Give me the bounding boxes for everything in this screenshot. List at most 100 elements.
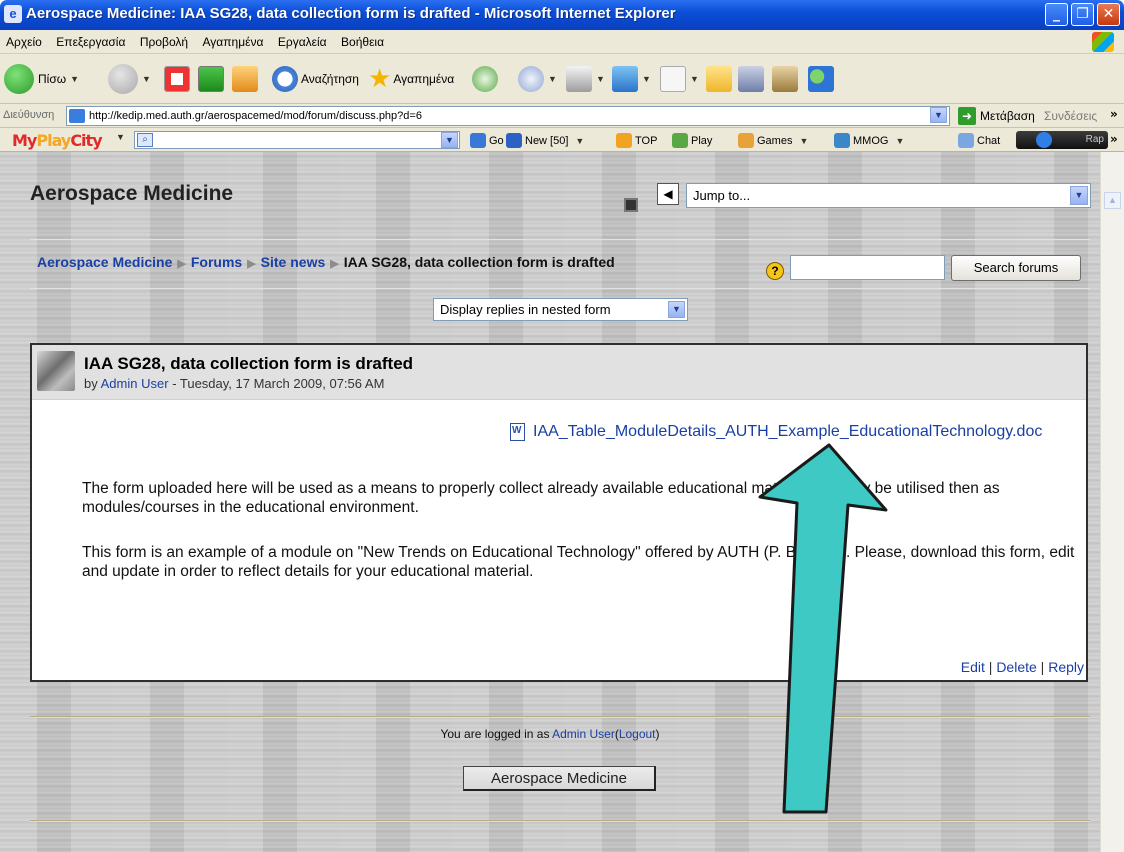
mpc-menu-caret[interactable]: ▼: [112, 132, 125, 142]
logged-prefix: You are logged in as: [440, 727, 550, 741]
chevron-down-icon: ▼: [690, 74, 699, 84]
command-separator: |: [988, 659, 993, 675]
avatar[interactable]: [37, 351, 75, 391]
mpc-top-label: TOP: [635, 134, 658, 147]
myplaycity-toolbar: MyPlayCity ▼ ⌕ ▼ Go New [50] ▼ TOP Play G…: [0, 128, 1124, 152]
mpc-top-button[interactable]: TOP: [616, 133, 657, 148]
post-date: - Tuesday, 17 March 2009, 07:56 AM: [172, 376, 385, 391]
mpc-mmog-label: MMOG: [853, 134, 889, 147]
menu-tools[interactable]: Εργαλεία: [272, 30, 331, 49]
post-paragraph-2: This form is an example of a module on "…: [82, 544, 1075, 580]
back-button[interactable]: Πίσω ▼: [4, 62, 79, 96]
print-button[interactable]: ▼: [566, 62, 605, 96]
go-icon: [470, 133, 486, 148]
mpc-games-button[interactable]: Games ▼: [738, 133, 808, 148]
post-subject: IAA SG28, data collection form is drafte…: [84, 354, 414, 373]
logged-user-link[interactable]: Admin User: [552, 727, 615, 741]
mpc-games-label: Games: [757, 134, 793, 147]
mpc-mmog-button[interactable]: MMOG ▼: [834, 133, 904, 148]
search-button[interactable]: Αναζήτηση: [272, 62, 359, 96]
forward-button[interactable]: ▼: [108, 62, 151, 96]
play-icon: [672, 133, 688, 148]
mpc-play-button[interactable]: Play: [672, 133, 712, 148]
menu-edit[interactable]: Επεξεργασία: [50, 30, 129, 49]
mpc-search-input[interactable]: ⌕ ▼: [134, 131, 460, 149]
media-button[interactable]: [738, 62, 764, 96]
help-icon[interactable]: ?: [766, 262, 784, 280]
post-header: IAA SG28, data collection form is drafte…: [32, 345, 1086, 400]
menu-favorites[interactable]: Αγαπημένα: [197, 30, 268, 49]
post-author-link[interactable]: Admin User: [101, 376, 169, 391]
more-chevron-icon[interactable]: »: [1110, 107, 1118, 121]
edit-button[interactable]: ▼: [660, 62, 699, 96]
save-icon[interactable]: [624, 198, 638, 212]
mpc-chat-button[interactable]: Chat: [958, 133, 1000, 148]
breadcrumb-site-news[interactable]: Site news: [261, 254, 326, 270]
word-document-icon: [510, 423, 525, 441]
address-input[interactable]: http://kedip.med.auth.gr/aerospacemed/mo…: [66, 106, 950, 126]
chevron-down-icon: ▼: [799, 135, 809, 146]
magnifier-icon: ⌕: [137, 133, 153, 147]
mpc-radio-player[interactable]: Rap: [1016, 131, 1108, 149]
myplaycity-logo[interactable]: MyPlayCity: [12, 131, 103, 150]
refresh-button[interactable]: [198, 62, 224, 96]
reply-link[interactable]: Reply: [1048, 659, 1084, 675]
address-label: Διεύθυνση: [3, 109, 55, 121]
discuss-button[interactable]: ▼: [612, 62, 651, 96]
minimize-button[interactable]: _: [1045, 3, 1068, 26]
links-label[interactable]: Συνδέσεις: [1044, 109, 1097, 123]
forum-search-input[interactable]: [790, 255, 945, 280]
mpc-new-button[interactable]: New [50] ▼: [506, 133, 584, 148]
more-chevron-icon[interactable]: »: [1110, 132, 1118, 146]
attachment-filename: IAA_Table_ModuleDetails_AUTH_Example_Edu…: [533, 423, 1043, 440]
chevron-down-icon: ▼: [642, 74, 651, 84]
mpc-go-button[interactable]: Go: [470, 133, 504, 148]
address-bar: Διεύθυνση http://kedip.med.auth.gr/aeros…: [0, 104, 1124, 128]
menu-help[interactable]: Βοήθεια: [335, 30, 388, 49]
chevron-down-icon[interactable]: ▼: [441, 132, 458, 148]
close-button[interactable]: ✕: [1097, 3, 1120, 26]
menu-view[interactable]: Προβολή: [134, 30, 192, 49]
word-icon: [660, 66, 686, 92]
post-side-column: [32, 400, 80, 680]
vertical-scrollbar[interactable]: ▲: [1100, 152, 1124, 852]
mail-button[interactable]: ▼: [518, 62, 557, 96]
mpc-play-label: Play: [691, 134, 713, 147]
favorites-label: Αγαπημένα: [393, 72, 455, 86]
stop-button[interactable]: [164, 62, 190, 96]
research-button[interactable]: [772, 62, 798, 96]
breadcrumb-site[interactable]: Aerospace Medicine: [37, 254, 172, 270]
address-url: http://kedip.med.auth.gr/aerospacemed/mo…: [89, 110, 422, 122]
jump-to-select[interactable]: Jump to... ▼: [686, 183, 1091, 208]
chevron-down-icon: ▼: [596, 74, 605, 84]
messenger-button[interactable]: [808, 62, 834, 96]
maximize-button[interactable]: ❐: [1071, 3, 1094, 26]
jump-back-button[interactable]: ◀: [657, 183, 679, 205]
back-label: Πίσω: [38, 72, 67, 86]
top-icon: [616, 133, 632, 148]
post-paragraph-1: The form uploaded here will be used as a…: [82, 480, 1000, 516]
breadcrumb-forums[interactable]: Forums: [191, 254, 242, 270]
history-icon: [472, 66, 498, 92]
folder-button[interactable]: [706, 62, 732, 96]
logout-link[interactable]: Logout: [619, 727, 656, 741]
search-forums-button[interactable]: Search forums: [951, 255, 1081, 281]
site-title: Aerospace Medicine: [30, 182, 234, 205]
favorites-button[interactable]: ★ Αγαπημένα: [368, 62, 454, 96]
edit-link[interactable]: Edit: [961, 659, 985, 675]
home-button[interactable]: [232, 62, 258, 96]
post-by: by: [84, 376, 98, 391]
ie-icon: e: [4, 5, 22, 23]
chevron-down-icon: ▼: [548, 74, 557, 84]
discuss-icon: [612, 66, 638, 92]
course-home-button[interactable]: Aerospace Medicine: [463, 766, 656, 791]
menu-file[interactable]: Αρχείο: [0, 30, 46, 49]
attachment-link[interactable]: IAA_Table_ModuleDetails_AUTH_Example_Edu…: [510, 423, 1042, 441]
delete-link[interactable]: Delete: [996, 659, 1036, 675]
display-mode-select[interactable]: Display replies in nested form ▼: [433, 298, 688, 321]
go-arrow-icon[interactable]: ➜: [958, 107, 976, 125]
history-button[interactable]: [472, 62, 498, 96]
scroll-up-icon[interactable]: ▲: [1104, 192, 1121, 209]
address-dropdown-icon[interactable]: ▼: [930, 107, 947, 123]
go-button[interactable]: Μετάβαση: [980, 109, 1035, 123]
